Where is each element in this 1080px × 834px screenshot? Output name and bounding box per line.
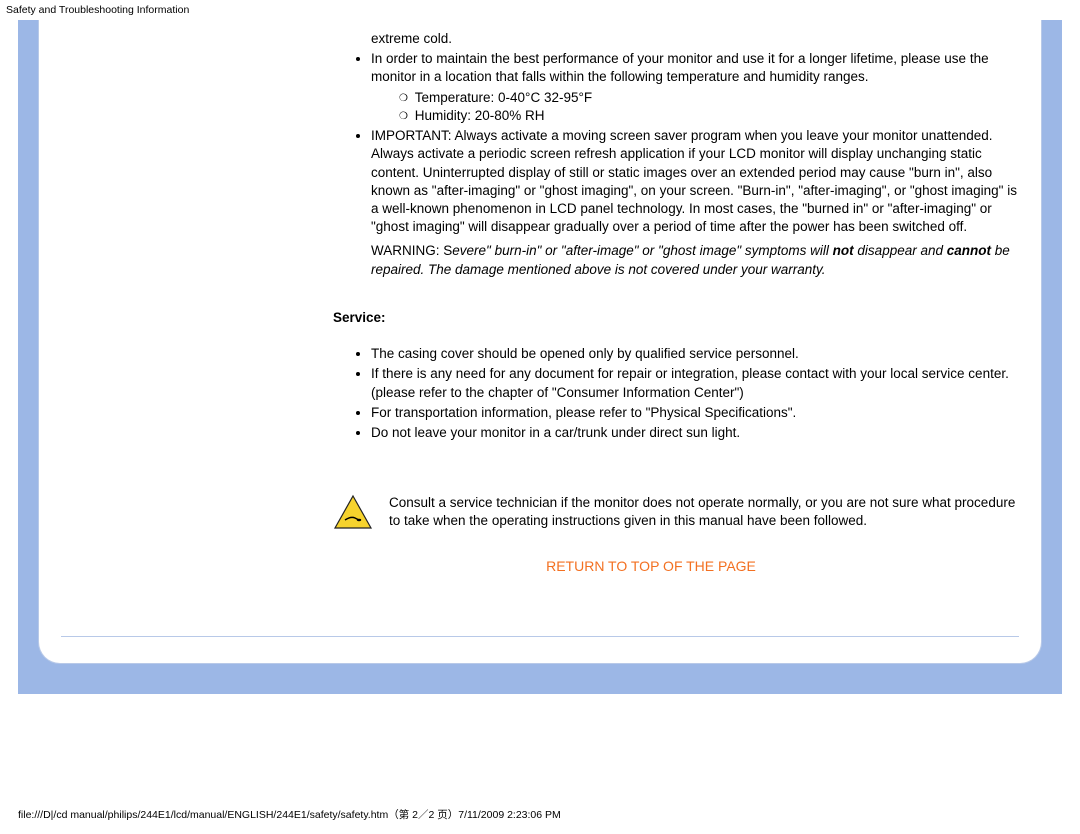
- return-to-top-link[interactable]: RETURN TO TOP OF THE PAGE: [283, 557, 1019, 576]
- warn-not: not: [833, 243, 854, 258]
- warn-italic-1: evere" burn-in" or "after-image" or "gho…: [452, 243, 832, 258]
- service-heading: Service:: [333, 309, 1019, 327]
- maintain-text: In order to maintain the best performanc…: [371, 51, 989, 84]
- list-item: For transportation information, please r…: [371, 404, 1019, 422]
- service-list: The casing cover should be opened only b…: [283, 345, 1019, 442]
- header-bar: Safety and Troubleshooting Information: [0, 0, 1080, 20]
- list-item: Do not leave your monitor in a car/trunk…: [371, 424, 1019, 442]
- intro-text: extreme cold.: [371, 30, 1019, 48]
- main-bullet-list: In order to maintain the best performanc…: [283, 50, 1019, 279]
- sub-list-item-humidity: Humidity: 20-80% RH: [399, 107, 1019, 125]
- warn-prefix: WARNING: S: [371, 243, 452, 258]
- consult-text: Consult a service technician if the moni…: [389, 494, 1019, 530]
- list-item: The casing cover should be opened only b…: [371, 345, 1019, 363]
- content-panel: extreme cold. In order to maintain the b…: [38, 20, 1042, 664]
- warning-triangle-icon: [333, 494, 373, 530]
- document-content: extreme cold. In order to maintain the b…: [61, 20, 1019, 575]
- warn-cannot: cannot: [947, 243, 991, 258]
- divider-line: [61, 636, 1019, 637]
- footer-path: file:///D|/cd manual/philips/244E1/lcd/m…: [0, 801, 561, 822]
- sub-list: Temperature: 0-40°C 32-95°F Humidity: 20…: [371, 89, 1019, 125]
- warn-italic-2: disappear and: [854, 243, 947, 258]
- warning-block: WARNING: Severe" burn-in" or "after-imag…: [371, 242, 1019, 278]
- blue-frame: extreme cold. In order to maintain the b…: [18, 20, 1062, 694]
- important-text: IMPORTANT: Always activate a moving scre…: [371, 128, 1017, 234]
- header-title: Safety and Troubleshooting Information: [6, 4, 189, 16]
- sub-list-item-temperature: Temperature: 0-40°C 32-95°F: [399, 89, 1019, 107]
- list-item: If there is any need for any document fo…: [371, 365, 1019, 401]
- list-item: IMPORTANT: Always activate a moving scre…: [371, 127, 1019, 279]
- consult-row: Consult a service technician if the moni…: [333, 494, 1019, 530]
- list-item: In order to maintain the best performanc…: [371, 50, 1019, 125]
